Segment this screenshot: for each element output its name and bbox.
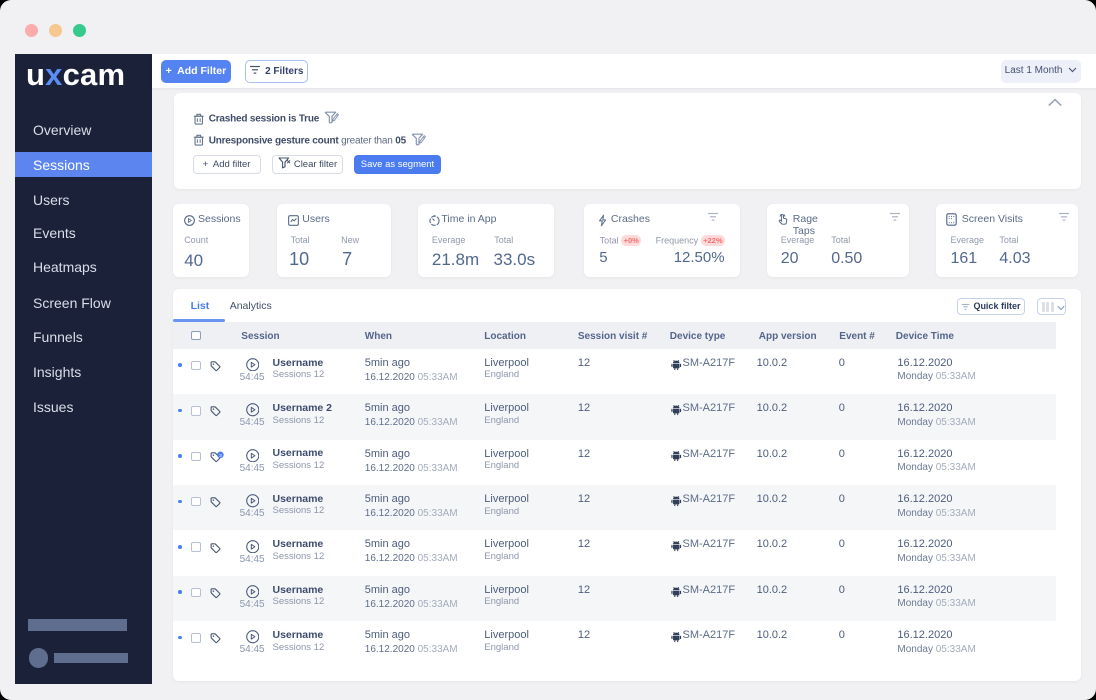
- svg-text:3: 3: [219, 453, 222, 459]
